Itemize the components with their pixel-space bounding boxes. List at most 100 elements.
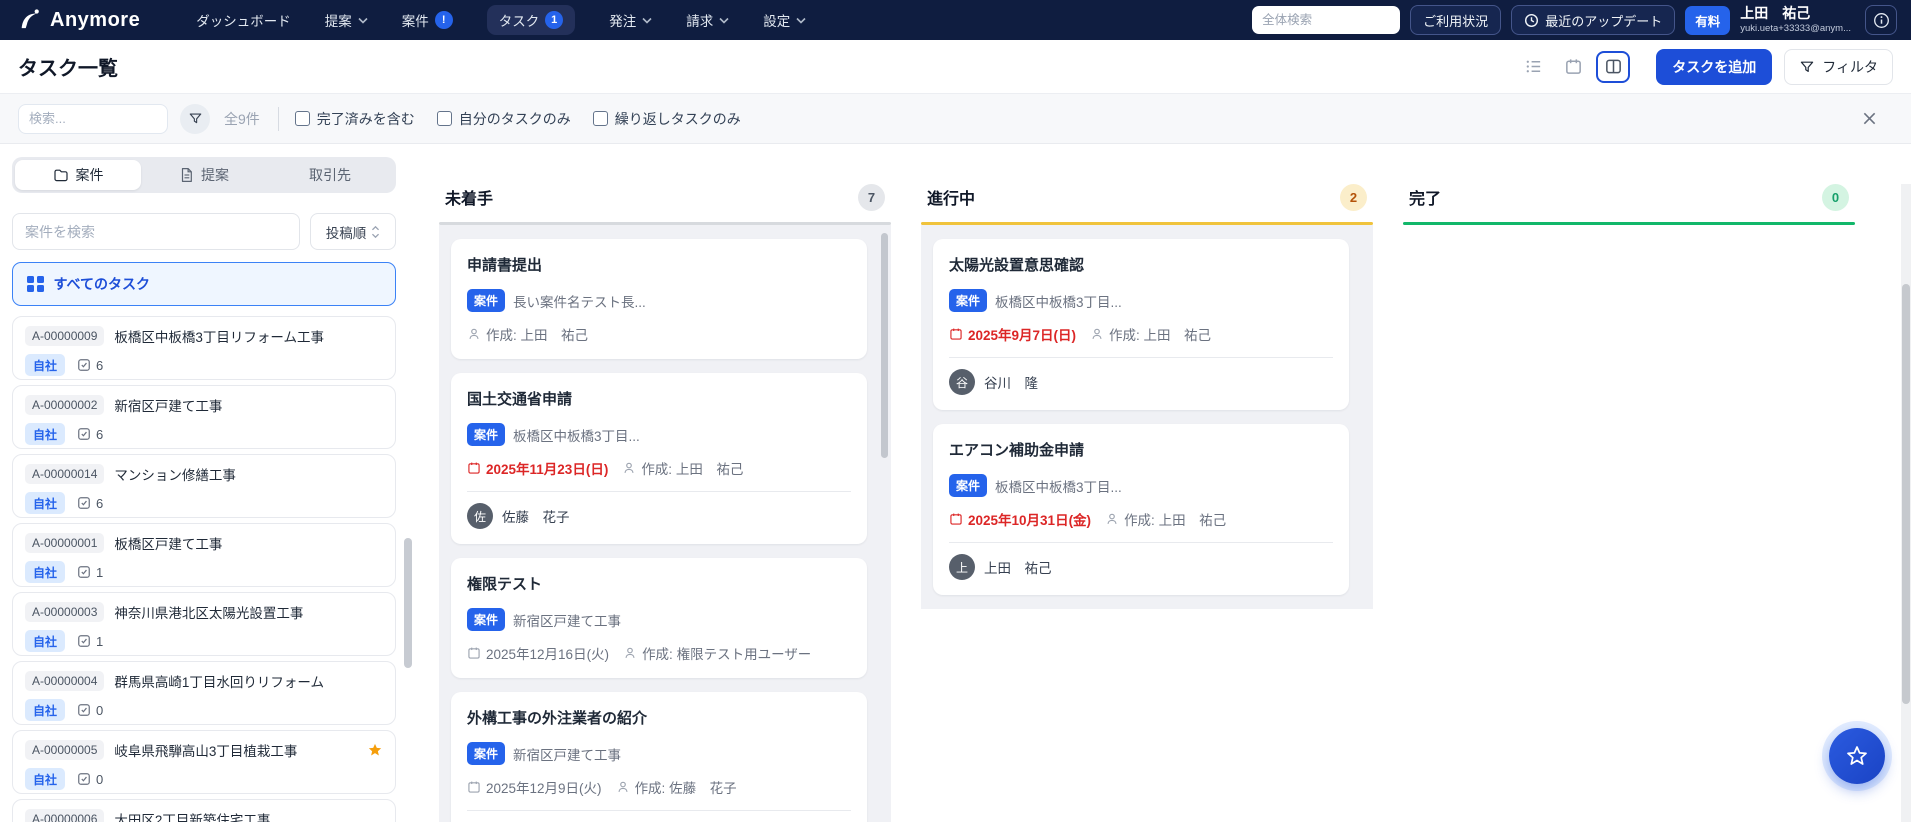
project-title: 群馬県高崎1丁目水回りリフォーム	[114, 675, 324, 690]
sidebar: 案件 提案 取引先 投稿順 すべてのタスク A-00000009板橋	[12, 144, 396, 822]
column-scrollbar[interactable]	[881, 233, 888, 458]
project-id-badge: A-00000009	[25, 326, 105, 346]
person-icon	[622, 461, 636, 475]
task-card[interactable]: 太陽光設置意思確認 案件 板橋区中板橋3丁目... 2025年9月7日(日) 作…	[933, 239, 1349, 410]
column-header: 完了 0	[1403, 144, 1855, 222]
checkbox[interactable]	[592, 111, 608, 126]
funnel-icon	[1799, 59, 1815, 75]
page-title: タスク一覧	[18, 58, 118, 80]
calendar-view-icon	[1564, 57, 1583, 76]
checkbox-include-completed[interactable]: 完了済みを含む	[294, 109, 415, 129]
task-card[interactable]: 外構工事の外注業者の紹介 案件 新宿区戸建て工事 2025年12月9日(火) 作…	[451, 692, 867, 822]
task-project-name: 板橋区中板橋3丁目...	[995, 479, 1122, 495]
task-search-input[interactable]	[18, 103, 168, 134]
nav-item-orders[interactable]: 発注	[609, 10, 652, 30]
project-card[interactable]: A-00000001 板橋区戸建て工事 自社 1	[12, 523, 396, 587]
assignee-name: 佐藤 花子	[502, 510, 570, 525]
project-title: 板橋区戸建て工事	[114, 537, 223, 552]
info-button[interactable]	[1865, 5, 1897, 35]
checkbox-recurring-only[interactable]: 繰り返しタスクのみ	[592, 109, 741, 129]
nav-item-projects[interactable]: 案件 !	[402, 10, 453, 30]
company-badge: 自社	[25, 699, 66, 721]
clock-icon	[1524, 13, 1539, 28]
checkbox-my-tasks-only[interactable]: 自分のタスクのみ	[436, 109, 571, 129]
calendar-icon	[949, 512, 963, 526]
page-scrollbar[interactable]	[1901, 184, 1911, 822]
project-card[interactable]: A-00000003 神奈川県港北区太陽光設置工事 自社 1	[12, 592, 396, 656]
star-icon	[1845, 744, 1869, 768]
company-badge: 自社	[25, 561, 66, 583]
tab-proposals[interactable]: 提案	[141, 160, 267, 190]
kanban-column-inprogress: 進行中 2 太陽光設置意思確認 案件 板橋区中板橋3丁目... 2025年9月7…	[921, 144, 1373, 822]
filter-funnel-button[interactable]	[180, 103, 210, 134]
checkbox[interactable]	[294, 111, 310, 126]
kanban-board: 未着手 7 申請書提出 案件 長い案件名テスト長... 作成: 上田 祐己 国土…	[396, 144, 1855, 822]
task-check-icon	[77, 634, 91, 648]
task-due-date: 2025年12月16日(火)	[467, 643, 609, 663]
close-filter-button[interactable]	[1862, 111, 1877, 126]
kanban-view-button[interactable]	[1596, 50, 1631, 83]
project-title: 岐阜県飛騨高山3丁目植栽工事	[114, 744, 298, 759]
sort-order-select[interactable]: 投稿順	[310, 213, 396, 250]
task-creator: 作成: 上田 祐己	[1105, 509, 1226, 529]
task-card[interactable]: エアコン補助金申請 案件 板橋区中板橋3丁目... 2025年10月31日(金)…	[933, 424, 1349, 595]
document-icon	[179, 167, 194, 183]
task-project-name: 長い案件名テスト長...	[513, 294, 646, 310]
sort-updown-icon	[371, 225, 380, 239]
brand[interactable]: Anymore	[16, 7, 140, 33]
task-count: 1	[77, 634, 103, 649]
user-block[interactable]: 上田 祐己 yuki.ueta+33333@anym...	[1740, 5, 1851, 34]
nav-item-settings[interactable]: 設定	[763, 10, 806, 30]
usage-status-button[interactable]: ご利用状況	[1410, 5, 1502, 35]
task-project-name: 板橋区中板橋3丁目...	[513, 428, 640, 444]
nav-right-cluster: ご利用状況 最近のアップデート 有料 上田 祐己 yuki.ueta+33333…	[1252, 5, 1897, 35]
column-title: 未着手	[445, 191, 494, 208]
project-card[interactable]: A-00000009 板橋区中板橋3丁目リフォーム工事 自社 6	[12, 316, 396, 380]
project-card[interactable]: A-00000005 岐阜県飛騨高山3丁目植栽工事 自社 0	[12, 730, 396, 794]
scrollbar-thumb[interactable]	[404, 538, 412, 668]
project-card[interactable]: A-00000002 新宿区戸建て工事 自社 6	[12, 385, 396, 449]
nav-item-dashboard[interactable]: ダッシュボード	[196, 10, 291, 30]
star-icon[interactable]	[367, 742, 383, 758]
task-card[interactable]: 権限テスト 案件 新宿区戸建て工事 2025年12月16日(火) 作成: 権限テ…	[451, 558, 867, 678]
filter-checkboxes: 完了済みを含む 自分のタスクのみ 繰り返しタスクのみ	[294, 109, 741, 129]
sidebar-scrollbar[interactable]	[404, 150, 412, 816]
nav-item-billing[interactable]: 請求	[686, 10, 729, 30]
column-title: 完了	[1409, 191, 1442, 208]
recent-updates-button[interactable]: 最近のアップデート	[1511, 5, 1676, 35]
all-tasks-item[interactable]: すべてのタスク	[12, 262, 396, 306]
filter-button[interactable]: フィルタ	[1784, 48, 1893, 85]
divider	[467, 810, 851, 811]
favorites-fab-button[interactable]	[1829, 728, 1885, 784]
nav-item-tasks[interactable]: タスク 1	[486, 5, 576, 35]
global-search-input[interactable]	[1252, 6, 1401, 34]
project-card[interactable]: A-00000006大田区2丁目新築住宅工事 自社 0	[12, 799, 396, 822]
nav-item-proposals[interactable]: 提案	[325, 10, 368, 30]
task-check-icon	[77, 427, 91, 441]
company-badge: 自社	[25, 768, 66, 790]
calendar-view-button[interactable]	[1556, 51, 1590, 83]
task-card[interactable]: 国土交通省申請 案件 板橋区中板橋3丁目... 2025年11月23日(日) 作…	[451, 373, 867, 544]
divider	[277, 106, 279, 131]
list-view-button[interactable]	[1516, 51, 1550, 83]
count-badge: 1	[545, 11, 564, 29]
scrollbar-thumb[interactable]	[1902, 284, 1910, 704]
kanban-view-icon	[1604, 57, 1623, 76]
company-badge: 自社	[25, 423, 66, 445]
add-task-button[interactable]: タスクを追加	[1656, 48, 1773, 85]
tab-clients[interactable]: 取引先	[267, 160, 393, 190]
project-tag: 案件	[467, 289, 506, 312]
project-card[interactable]: A-00000014 マンション修繕工事 自社 6	[12, 454, 396, 518]
task-card[interactable]: 申請書提出 案件 長い案件名テスト長... 作成: 上田 祐己	[451, 239, 867, 359]
project-card[interactable]: A-00000004 群馬県高崎1丁目水回りリフォーム 自社 0	[12, 661, 396, 725]
company-badge: 自社	[25, 354, 66, 376]
tab-projects[interactable]: 案件	[15, 160, 141, 190]
calendar-icon	[467, 461, 481, 475]
task-creator: 作成: 佐藤 花子	[616, 777, 737, 797]
column-count-badge: 7	[858, 183, 885, 211]
project-search-input[interactable]	[12, 213, 300, 250]
task-check-icon	[77, 772, 91, 786]
checkbox[interactable]	[436, 111, 452, 126]
chevron-down-icon	[796, 17, 806, 24]
person-icon	[623, 646, 637, 660]
